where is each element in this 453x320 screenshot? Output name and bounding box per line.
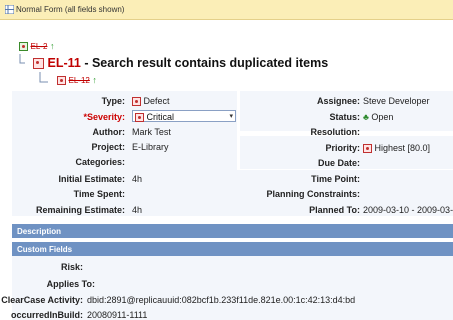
planned-to-label: Planned To: <box>309 205 360 215</box>
risk-label: Risk: <box>60 262 83 272</box>
issue-summary: Search result contains duplicated items <box>91 56 329 70</box>
tree-connector-icon <box>36 72 48 84</box>
priority-value: Highest [80.0] <box>363 143 431 154</box>
priority-text: Highest [80.0] <box>374 143 431 153</box>
issue-key: EL-11 <box>47 56 81 70</box>
severity-label: *Severity: <box>12 112 125 122</box>
child-issue-link[interactable]: EL-12 ↑ <box>57 75 97 87</box>
issue-title: EL-11 - Search result contains duplicate… <box>33 56 328 70</box>
priority-icon <box>363 144 372 154</box>
bug-icon <box>33 58 44 70</box>
project-label: Project: <box>91 142 125 152</box>
bug-icon <box>57 76 66 86</box>
type-value: Defect <box>132 96 170 107</box>
status-label: Status: <box>329 112 360 122</box>
time-spent-label: Time Spent: <box>73 189 125 199</box>
parent-issue-link[interactable]: EL-2 ↑ <box>19 41 54 53</box>
custom-fields-section-header[interactable]: Custom Fields <box>12 242 453 256</box>
bug-icon <box>19 42 28 52</box>
clearcase-activity-value: dbid:2891@replicauuid:082bcf1b.233f11de.… <box>87 295 356 305</box>
initial-estimate-value: 4h <box>132 174 143 184</box>
status-text: Open <box>371 112 394 122</box>
type-text: Defect <box>143 96 170 106</box>
occurred-in-build-label: occurredInBuild: <box>10 310 83 320</box>
assignee-label: Assignee: <box>316 96 360 106</box>
due-date-label: Due Date: <box>317 158 360 168</box>
bug-icon <box>132 97 141 107</box>
chevron-down-icon[interactable]: ▾ <box>229 112 233 120</box>
up-arrow-icon: ↑ <box>49 41 55 51</box>
status-open-icon: ♣ <box>363 112 369 122</box>
project-value[interactable]: E-Library <box>132 142 169 152</box>
author-label: Author: <box>92 127 126 137</box>
up-arrow-icon: ↑ <box>92 75 97 85</box>
severity-selected: Critical <box>135 112 175 123</box>
occurred-in-build-value: 20080911-1111 <box>87 310 148 320</box>
type-label: Type: <box>101 96 125 106</box>
planning-constraints-label: Planning Constraints: <box>266 189 360 199</box>
bug-icon <box>135 113 144 123</box>
categories-label: Categories: <box>75 157 125 167</box>
clearcase-activity-label: ClearCase Activity: <box>1 295 83 305</box>
child-issue-key[interactable]: EL-12 <box>69 76 90 85</box>
form-mode-banner: Normal Form (all fields shown) <box>0 0 453 20</box>
time-point-label: Time Point: <box>311 174 360 184</box>
remaining-estimate-value: 4h <box>132 205 143 215</box>
assignee-value: Steve Developer <box>363 96 430 106</box>
initial-estimate-label: Initial Estimate: <box>58 174 125 184</box>
grid-icon <box>5 5 14 14</box>
form-mode-label[interactable]: Normal Form (all fields shown) <box>16 5 124 14</box>
resolution-label: Resolution: <box>310 127 361 137</box>
description-section-header[interactable]: Description <box>12 224 453 238</box>
planned-to-value: 2009-03-10 - 2009-03-10 <box>363 205 453 215</box>
severity-select[interactable]: Critical ▾ <box>132 110 236 123</box>
tree-connector-icon <box>19 54 25 64</box>
status-value: ♣ Open <box>363 112 393 122</box>
applies-to-label: Applies To: <box>46 279 95 289</box>
priority-label: Priority: <box>325 143 360 153</box>
parent-issue-key[interactable]: EL-2 <box>31 42 48 51</box>
author-value: Mark Test <box>132 127 171 137</box>
severity-text: Critical <box>146 112 175 122</box>
remaining-estimate-label: Remaining Estimate: <box>35 205 125 215</box>
severity-label-text: *Severity: <box>83 112 125 122</box>
